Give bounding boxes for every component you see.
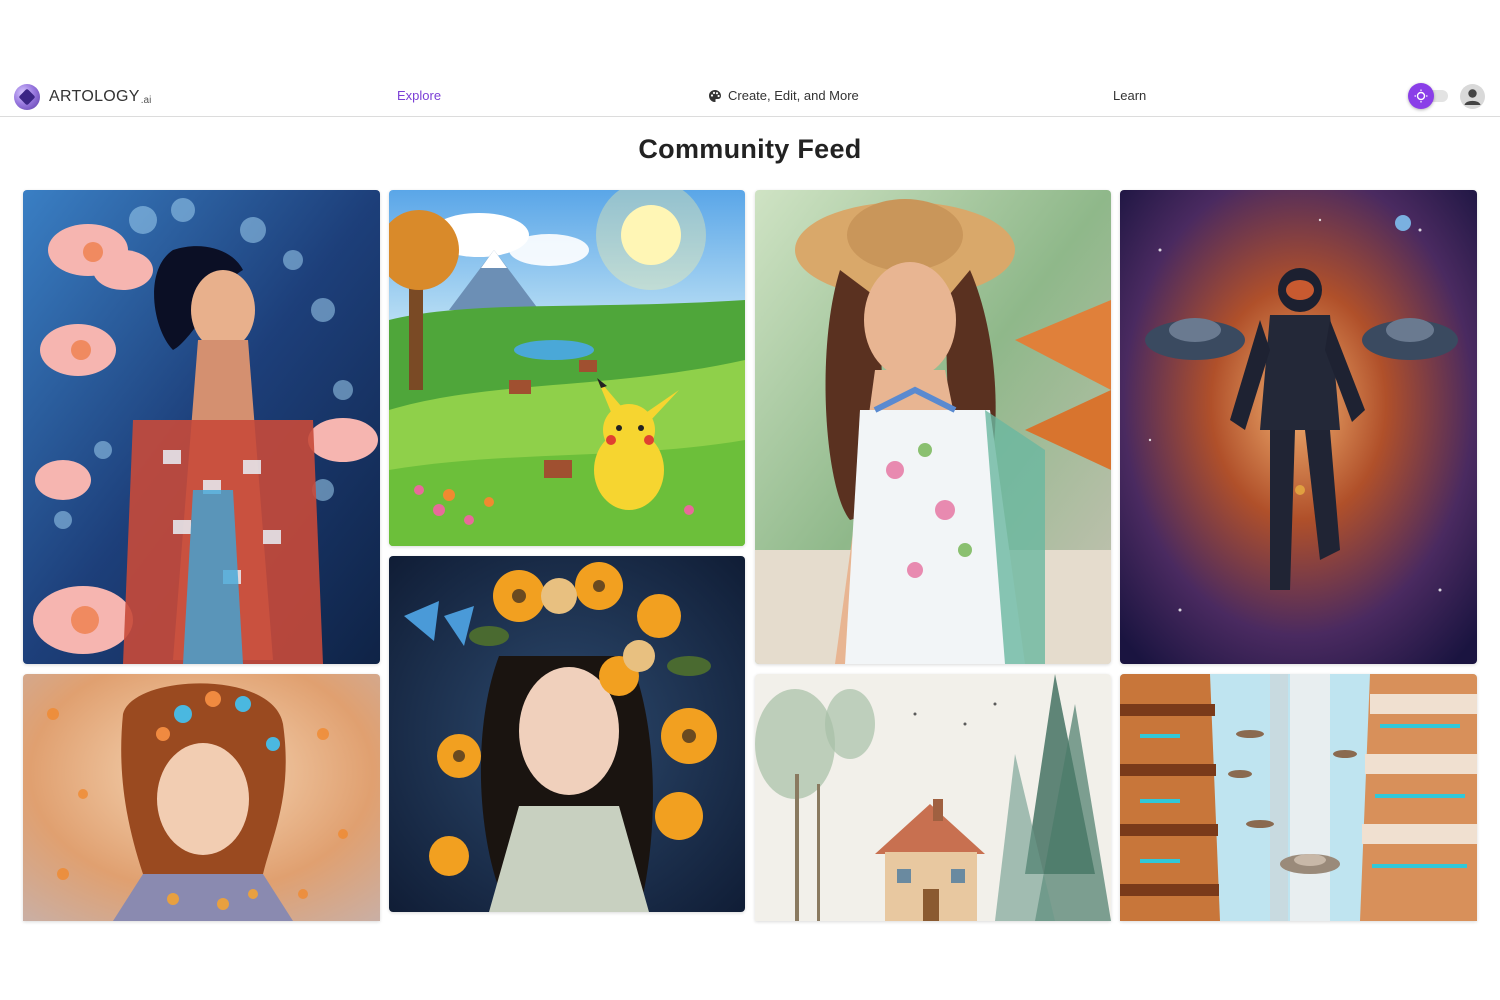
feed-image-futuristic-city[interactable] [1120, 674, 1477, 921]
theme-toggle[interactable] [1408, 83, 1450, 109]
feed-image-pikachu-landscape[interactable] [389, 190, 745, 546]
feed-image-space-robot[interactable] [1120, 190, 1477, 664]
palette-icon [708, 89, 722, 103]
nav-create-label: Create, Edit, and More [728, 88, 859, 103]
artology-logo-icon [14, 84, 40, 110]
user-icon [1464, 89, 1481, 105]
nav-learn-label: Learn [1113, 88, 1147, 103]
brand-name: ARTOLOGY [49, 88, 140, 105]
nav-create-link[interactable]: Create, Edit, and More [708, 88, 859, 103]
nav-explore-label: Explore [397, 88, 442, 103]
feed-image-flower-crown-woman[interactable] [389, 556, 745, 912]
sun-icon [1414, 89, 1428, 103]
nav-explore-link[interactable]: Explore [397, 88, 441, 103]
feed-image-mosaic-woman-lotus[interactable] [23, 190, 380, 664]
user-avatar[interactable] [1460, 84, 1485, 109]
nav-learn-link[interactable]: Learn [1113, 88, 1146, 103]
brand-suffix: .ai [140, 94, 152, 106]
toggle-thumb [1408, 83, 1434, 109]
brand-logo[interactable]: ARTOLOGY .ai [14, 83, 151, 111]
feed-image-woman-sun-hat[interactable] [755, 190, 1111, 664]
page-title: Community Feed [638, 134, 862, 164]
feed-image-watercolor-cottage[interactable] [755, 674, 1111, 921]
page: ARTOLOGY .ai Explore Create, Edit, and M… [0, 0, 1500, 1000]
top-nav-bar: ARTOLOGY .ai Explore Create, Edit, and M… [0, 76, 1500, 117]
feed-image-floral-hair-woman[interactable] [23, 674, 380, 921]
